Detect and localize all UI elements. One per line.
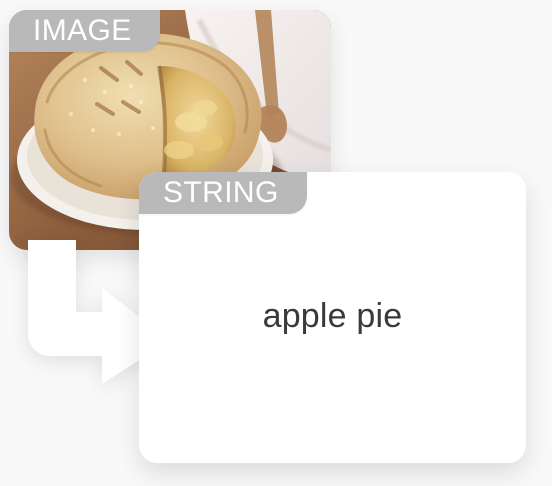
string-type-tag: STRING: [139, 172, 307, 214]
string-value: apple pie: [262, 297, 403, 335]
image-type-tag: IMAGE: [9, 10, 160, 52]
string-card: STRING apple pie: [139, 172, 526, 463]
